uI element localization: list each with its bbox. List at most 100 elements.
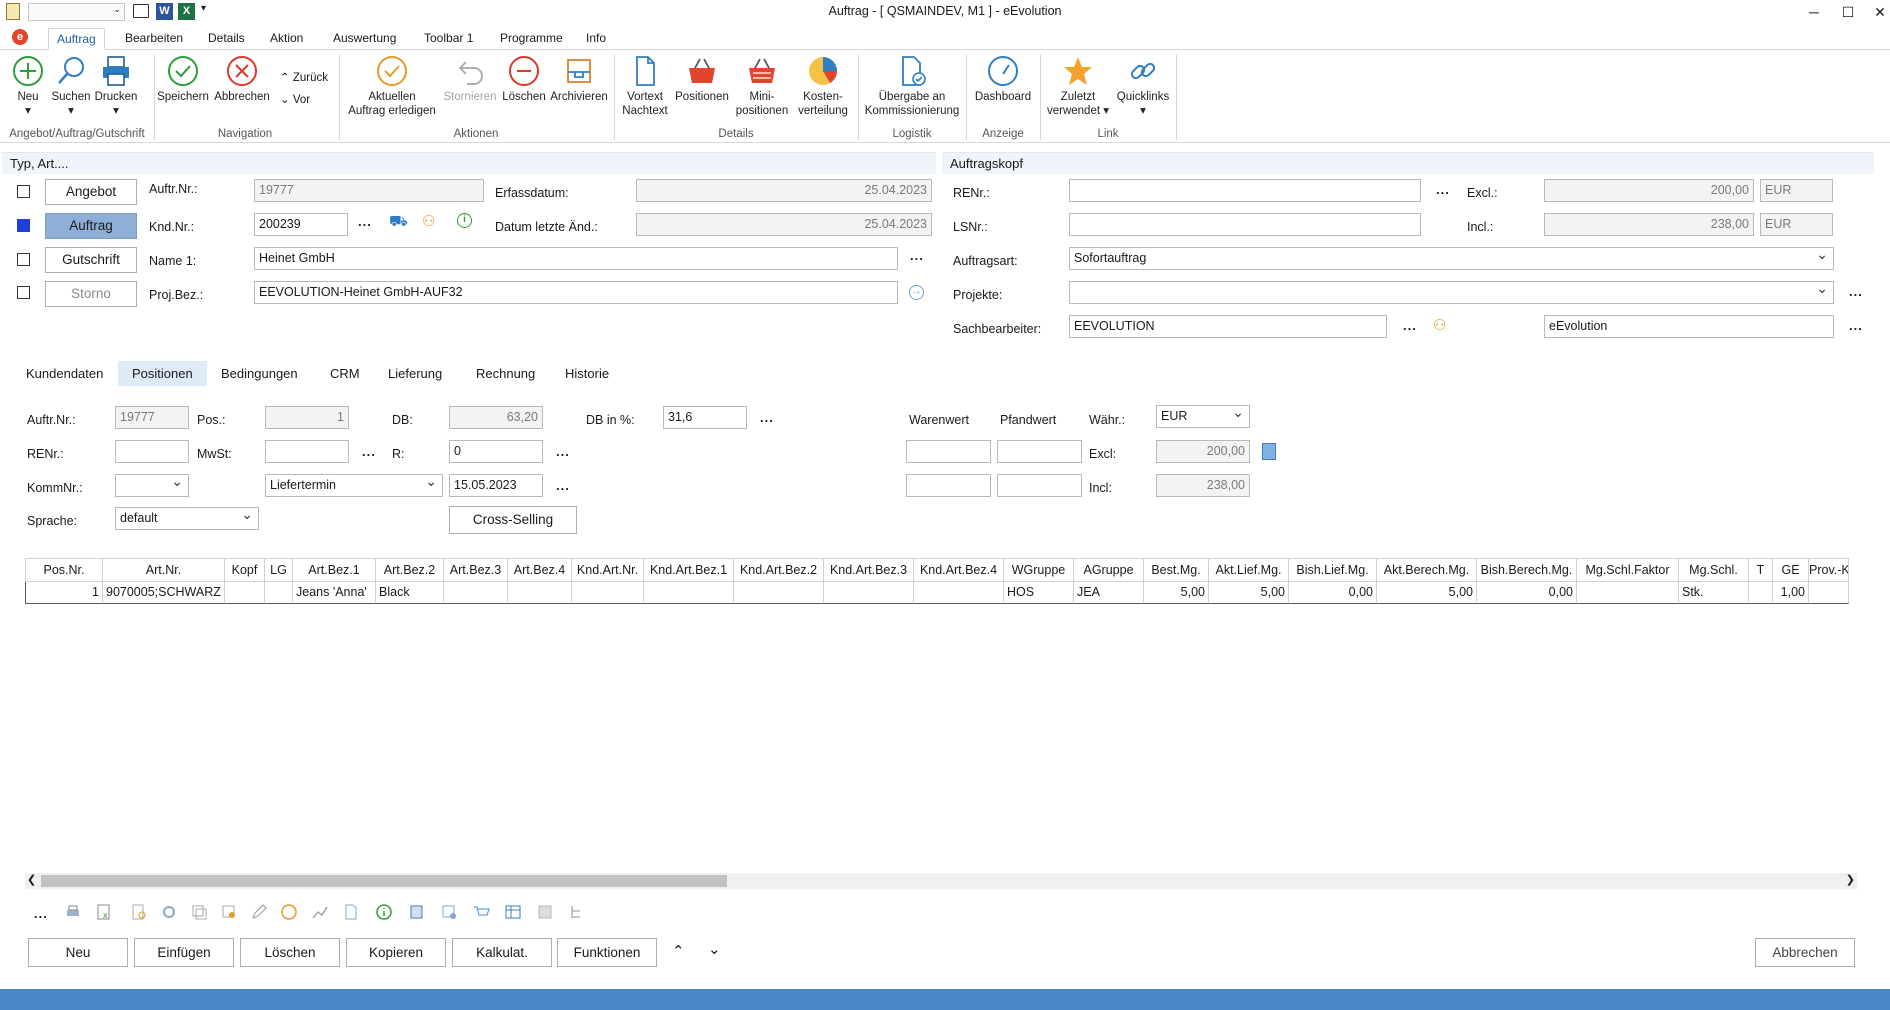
kalkulat-button[interactable]: Kalkulat. bbox=[452, 938, 552, 967]
column-header[interactable]: Art.Bez.1 bbox=[293, 558, 376, 582]
pos-incl-field[interactable]: 238,00 bbox=[1156, 474, 1250, 497]
knd-nr-ellipsis-button[interactable]: ... bbox=[358, 214, 372, 229]
tab-bedingungen[interactable]: Bedingungen bbox=[207, 361, 312, 386]
table-cell[interactable]: Black bbox=[376, 582, 444, 604]
sachbearbeiter-field[interactable]: EEVOLUTION bbox=[1069, 315, 1387, 338]
column-header[interactable]: Knd.Art.Bez.4 bbox=[914, 558, 1004, 582]
loeschen-ribbon-button[interactable]: Löschen bbox=[500, 54, 548, 104]
column-header[interactable]: LG bbox=[265, 558, 293, 582]
table-cell[interactable] bbox=[734, 582, 824, 604]
pos-renr-field[interactable] bbox=[115, 440, 189, 463]
column-header[interactable]: WGruppe bbox=[1004, 558, 1074, 582]
kostenverteilung-button[interactable]: Kosten-verteilung bbox=[794, 54, 852, 118]
line-chart-icon[interactable] bbox=[311, 903, 329, 921]
liefertermin-ellipsis-button[interactable]: ... bbox=[556, 478, 570, 493]
ribbon-tab-programme[interactable]: Programme bbox=[492, 28, 571, 50]
column-header[interactable]: T bbox=[1749, 558, 1773, 582]
document-search-icon[interactable] bbox=[130, 903, 148, 921]
name1-ellipsis-button[interactable]: ... bbox=[910, 248, 924, 263]
warenwert-field-2[interactable] bbox=[906, 474, 991, 497]
positionen-button[interactable]: Positionen bbox=[674, 54, 730, 104]
db-pct-ellipsis-button[interactable]: ... bbox=[760, 410, 774, 425]
table-cell[interactable] bbox=[824, 582, 914, 604]
column-header[interactable]: GE bbox=[1773, 558, 1809, 582]
table-cell[interactable]: 1 bbox=[25, 582, 103, 604]
ribbon-tab-auswertung[interactable]: Auswertung bbox=[325, 28, 404, 50]
table-cell[interactable] bbox=[914, 582, 1004, 604]
neu-button[interactable]: Neu ▾ bbox=[10, 54, 46, 118]
kopf-renr-ellipsis-button[interactable]: ... bbox=[1436, 182, 1450, 197]
dashboard-button[interactable]: Dashboard bbox=[970, 54, 1036, 104]
gutschrift-button[interactable]: Gutschrift bbox=[45, 247, 137, 273]
cross-selling-button[interactable]: Cross-Selling bbox=[449, 506, 577, 534]
vor-button[interactable]: ⌄ Vor bbox=[280, 92, 310, 106]
grid-settings-icon[interactable] bbox=[440, 903, 458, 921]
column-header[interactable]: Art.Bez.3 bbox=[444, 558, 508, 582]
name1-field[interactable]: Heinet GmbH bbox=[254, 247, 898, 270]
table-icon[interactable] bbox=[504, 903, 522, 921]
column-header[interactable]: Art.Bez.4 bbox=[508, 558, 572, 582]
suchen-button[interactable]: Suchen ▾ bbox=[50, 54, 92, 118]
grid-toolbar-ellipsis[interactable]: ... bbox=[34, 906, 48, 921]
tag-icon[interactable] bbox=[220, 903, 238, 921]
table-cell[interactable] bbox=[508, 582, 572, 604]
column-header[interactable]: Prov.-K bbox=[1809, 558, 1849, 582]
db-pct-field[interactable]: 31,6 bbox=[663, 406, 747, 429]
kopf-lsnr-field[interactable] bbox=[1069, 213, 1421, 236]
close-button[interactable]: ✕ bbox=[1862, 0, 1890, 24]
gutschrift-checkbox[interactable] bbox=[17, 253, 30, 266]
storno-checkbox[interactable] bbox=[17, 286, 30, 299]
table-cell[interactable] bbox=[444, 582, 508, 604]
column-header[interactable]: Knd.Art.Bez.3 bbox=[824, 558, 914, 582]
neu-position-button[interactable]: Neu bbox=[28, 938, 128, 967]
sprache-select[interactable]: default bbox=[115, 507, 259, 530]
funktionen-button[interactable]: Funktionen bbox=[557, 938, 657, 967]
ribbon-tab-toolbar1[interactable]: Toolbar 1 bbox=[416, 28, 481, 50]
column-header[interactable]: Knd.Art.Bez.1 bbox=[644, 558, 734, 582]
app-menu-icon[interactable]: e bbox=[12, 29, 28, 45]
tab-kundendaten[interactable]: Kundendaten bbox=[12, 361, 117, 386]
archivieren-button[interactable]: Archivieren bbox=[550, 54, 608, 104]
table-cell[interactable] bbox=[265, 582, 293, 604]
column-header[interactable]: Kopf bbox=[225, 558, 265, 582]
table-cell[interactable]: 5,00 bbox=[1209, 582, 1289, 604]
table-cell[interactable]: 5,00 bbox=[1144, 582, 1209, 604]
projekte-select[interactable] bbox=[1069, 281, 1834, 304]
ribbon-tab-auftrag[interactable]: Auftrag bbox=[48, 28, 105, 50]
stornieren-button[interactable]: Stornieren bbox=[441, 54, 499, 104]
tab-crm[interactable]: CRM bbox=[316, 361, 374, 386]
hierarchy-icon[interactable] bbox=[568, 903, 586, 921]
auftr-nr-field[interactable]: 19777 bbox=[254, 179, 484, 202]
ribbon-tab-bearbeiten[interactable]: Bearbeiten bbox=[117, 28, 191, 50]
r-field[interactable]: 0 bbox=[449, 440, 543, 463]
auftragsart-select[interactable]: Sofortauftrag bbox=[1069, 247, 1834, 270]
kopf-excl-field[interactable]: 200,00 bbox=[1544, 179, 1754, 202]
calculator-icon[interactable] bbox=[1262, 443, 1276, 460]
scrollbar-thumb[interactable] bbox=[41, 875, 727, 887]
info-icon[interactable]: i bbox=[457, 213, 472, 228]
liefertermin-select[interactable]: Liefertermin bbox=[265, 474, 443, 497]
minipositionen-button[interactable]: Mini-positionen bbox=[732, 54, 792, 118]
table-cell[interactable]: 5,00 bbox=[1377, 582, 1477, 604]
pfandwert-field-1[interactable] bbox=[997, 440, 1082, 463]
minimize-button[interactable]: ─ bbox=[1796, 0, 1832, 24]
horizontal-scrollbar[interactable]: ❮ ❯ bbox=[25, 873, 1857, 889]
sachbearbeiter-name-ellipsis-button[interactable]: ... bbox=[1849, 318, 1863, 333]
zuletzt-verwendet-button[interactable]: Zuletzt verwendet ▾ bbox=[1044, 54, 1112, 118]
info-circle-icon[interactable] bbox=[375, 903, 393, 921]
column-header[interactable]: Mg.Schl. bbox=[1679, 558, 1749, 582]
column-header[interactable]: Bish.Berech.Mg. bbox=[1477, 558, 1577, 582]
table-cell[interactable]: Stk. bbox=[1679, 582, 1749, 604]
maximize-button[interactable]: ☐ bbox=[1830, 0, 1866, 24]
letzte-aend-field[interactable]: 25.04.2023 bbox=[636, 213, 932, 236]
loeschen-position-button[interactable]: Löschen bbox=[240, 938, 340, 967]
column-header[interactable]: Akt.Berech.Mg. bbox=[1377, 558, 1477, 582]
column-header[interactable]: Akt.Lief.Mg. bbox=[1209, 558, 1289, 582]
sachbearbeiter-name-field[interactable]: eEvolution bbox=[1544, 315, 1834, 338]
zurueck-button[interactable]: ⌃ Zurück bbox=[280, 70, 328, 84]
column-header[interactable]: Bish.Lief.Mg. bbox=[1289, 558, 1377, 582]
table-cell[interactable] bbox=[1749, 582, 1773, 604]
tab-rechnung[interactable]: Rechnung bbox=[462, 361, 549, 386]
storno-button[interactable]: Storno bbox=[45, 281, 137, 307]
liefertermin-date-field[interactable]: 15.05.2023 bbox=[449, 474, 543, 497]
